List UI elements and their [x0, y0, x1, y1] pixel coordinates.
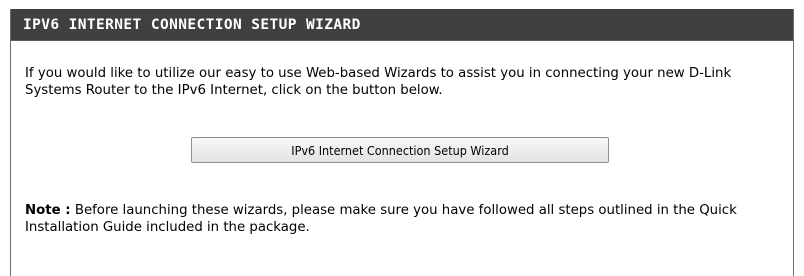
note-label: Note :: [25, 203, 71, 218]
ipv6-wizard-panel: IPV6 INTERNET CONNECTION SETUP WIZARD If…: [10, 9, 794, 276]
panel-header: IPV6 INTERNET CONNECTION SETUP WIZARD: [11, 9, 793, 41]
intro-text: If you would like to utilize our easy to…: [25, 66, 732, 98]
panel-title: IPV6 INTERNET CONNECTION SETUP WIZARD: [23, 17, 361, 33]
ipv6-setup-wizard-button[interactable]: IPv6 Internet Connection Setup Wizard: [191, 137, 609, 163]
note-text: Note : Before launching these wizards, p…: [25, 202, 785, 236]
note-body: Before launching these wizards, please m…: [25, 203, 737, 235]
